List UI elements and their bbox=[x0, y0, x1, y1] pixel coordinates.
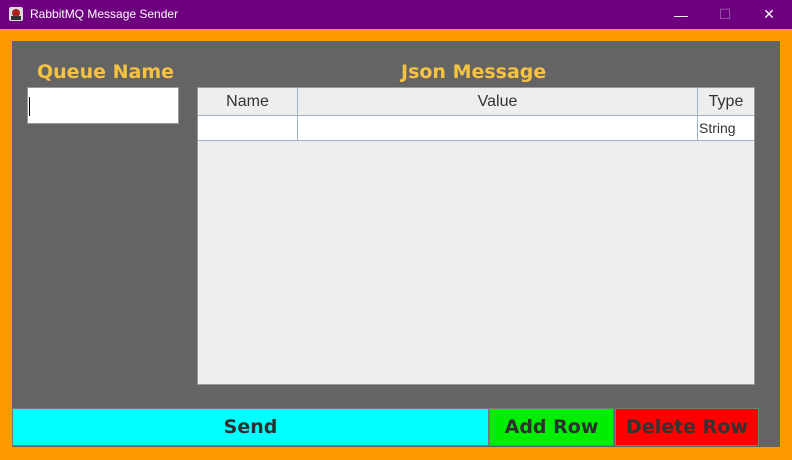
close-button[interactable]: ✕ bbox=[746, 0, 792, 29]
table-header: Name Value Type bbox=[198, 88, 754, 116]
column-header-name[interactable]: Name bbox=[198, 88, 298, 116]
main-panel: Queue Name Json Message Name Value Type … bbox=[12, 41, 780, 447]
table-row[interactable]: String bbox=[198, 116, 754, 141]
json-message-heading: Json Message bbox=[401, 61, 547, 83]
delete-row-button[interactable]: Delete Row bbox=[615, 408, 759, 446]
add-row-button[interactable]: Add Row bbox=[489, 408, 614, 446]
title-bar: RabbitMQ Message Sender — ☐ ✕ bbox=[0, 0, 792, 29]
cell-value[interactable] bbox=[298, 116, 698, 141]
window-title: RabbitMQ Message Sender bbox=[30, 7, 179, 21]
column-header-type[interactable]: Type bbox=[698, 88, 754, 116]
queue-name-input[interactable] bbox=[27, 87, 179, 124]
app-icon bbox=[9, 7, 23, 21]
cell-type[interactable]: String bbox=[698, 116, 754, 141]
send-button[interactable]: Send bbox=[12, 408, 489, 446]
json-message-table[interactable]: Name Value Type String bbox=[197, 87, 755, 385]
queue-name-heading: Queue Name bbox=[37, 61, 174, 83]
maximize-button[interactable]: ☐ bbox=[702, 0, 748, 29]
cell-name[interactable] bbox=[198, 116, 298, 141]
column-header-value[interactable]: Value bbox=[298, 88, 698, 116]
minimize-button[interactable]: — bbox=[658, 0, 704, 29]
text-caret bbox=[29, 97, 30, 116]
